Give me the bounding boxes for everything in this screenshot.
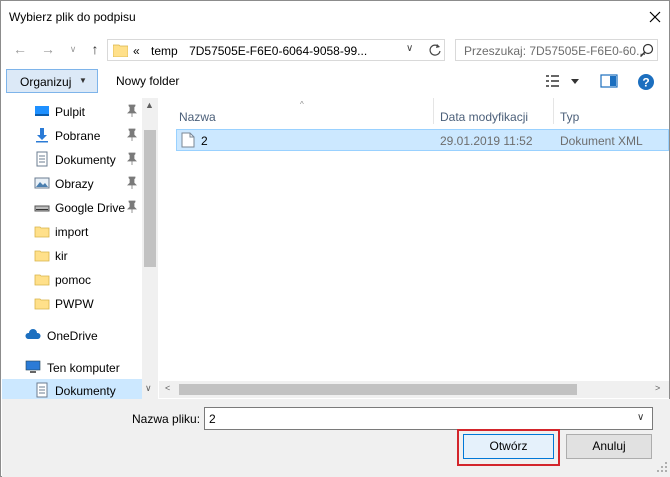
nav-item-label: pomoc bbox=[55, 273, 92, 287]
file-horizontal-scrollbar[interactable]: < > bbox=[159, 381, 669, 398]
folder-icon bbox=[34, 250, 50, 262]
close-icon[interactable] bbox=[645, 7, 665, 27]
file-name-cell: 2 bbox=[201, 134, 208, 148]
nav-item-onedrive[interactable]: OneDrive bbox=[2, 324, 142, 346]
breadcrumb: « temp 7D57505E-F6E0-6064-9058-99... bbox=[133, 44, 375, 58]
column-header-name[interactable]: ^ Nazwa bbox=[159, 100, 433, 127]
chevron-down-icon[interactable]: ∨ bbox=[637, 412, 644, 423]
address-bar[interactable]: « temp 7D57505E-F6E0-6064-9058-99... ∨ bbox=[107, 39, 445, 61]
filename-field[interactable]: 2 ∨ bbox=[204, 407, 653, 430]
column-header-type[interactable]: Typ bbox=[554, 103, 664, 127]
column-header-modified[interactable]: Data modyfikacji bbox=[434, 103, 553, 127]
organize-button[interactable]: Organizuj ▼ bbox=[6, 69, 98, 93]
folder-icon bbox=[113, 44, 128, 57]
pin-icon bbox=[127, 152, 137, 165]
scroll-thumb[interactable] bbox=[179, 384, 577, 395]
search-icon[interactable] bbox=[639, 43, 654, 58]
nav-item-obrazy[interactable]: Obrazy bbox=[2, 172, 142, 194]
refresh-icon[interactable] bbox=[426, 41, 444, 59]
nav-item-label: Pobrane bbox=[55, 129, 101, 143]
file-open-dialog: Wybierz plik do podpisu ← → ∨ ↑ « temp 7… bbox=[0, 0, 670, 477]
dialog-title: Wybierz plik do podpisu bbox=[9, 10, 136, 24]
search-placeholder: Przeszukaj: 7D57505E-F6E0-60... bbox=[464, 44, 647, 58]
breadcrumb-item[interactable]: 7D57505E-F6E0-6064-9058-99... bbox=[189, 44, 367, 58]
nav-item-label: kir bbox=[55, 249, 68, 263]
nav-item-label: Obrazy bbox=[55, 177, 94, 191]
cancel-button[interactable]: Anuluj bbox=[566, 434, 652, 459]
pin-icon bbox=[127, 200, 137, 213]
nav-item-label: Pulpit bbox=[55, 105, 86, 119]
back-arrow-icon[interactable]: ← bbox=[10, 39, 30, 59]
nav-item-kir[interactable]: kir bbox=[2, 244, 142, 266]
nav-item-ten-komputer[interactable]: Ten komputer bbox=[2, 356, 142, 378]
cloud-icon bbox=[25, 329, 41, 339]
computer-icon bbox=[25, 360, 41, 373]
resize-grip-icon[interactable] bbox=[656, 461, 668, 473]
svg-text:?: ? bbox=[642, 76, 649, 90]
nav-item-label: Dokumenty bbox=[55, 384, 116, 398]
file-modified-cell: 29.01.2019 11:52 bbox=[440, 134, 533, 148]
scroll-down-icon[interactable]: ∨ bbox=[145, 383, 152, 394]
toolbar: Organizuj ▼ Nowy folder ? bbox=[1, 67, 669, 98]
column-header-label: Typ bbox=[560, 110, 580, 124]
nav-item-label: OneDrive bbox=[47, 329, 98, 343]
scroll-thumb[interactable] bbox=[144, 130, 156, 267]
address-dropdown-icon[interactable]: ∨ bbox=[406, 43, 413, 54]
column-header-label: Nazwa bbox=[179, 110, 216, 124]
desktop-icon bbox=[35, 106, 49, 116]
nav-item-label: Google Drive bbox=[55, 201, 126, 215]
up-arrow-icon[interactable]: ↑ bbox=[85, 39, 105, 59]
chevron-down-icon: ▼ bbox=[79, 76, 87, 85]
nav-item-pobrane[interactable]: Pobrane bbox=[2, 124, 142, 146]
title-bar: Wybierz plik do podpisu bbox=[1, 1, 669, 33]
preview-pane-icon[interactable] bbox=[599, 73, 619, 89]
filename-label: Nazwa pliku: bbox=[132, 412, 201, 426]
view-options-icon[interactable] bbox=[543, 73, 583, 89]
help-icon[interactable]: ? bbox=[637, 73, 655, 91]
nav-item-dokumenty-selected[interactable]: Dokumenty bbox=[2, 379, 142, 399]
nav-item-label: Ten komputer bbox=[47, 361, 120, 375]
search-box[interactable]: Przeszukaj: 7D57505E-F6E0-60... bbox=[455, 39, 658, 61]
new-folder-button[interactable]: Nowy folder bbox=[110, 69, 185, 93]
scroll-right-icon[interactable]: > bbox=[655, 383, 660, 393]
column-header-label: Data modyfikacji bbox=[440, 110, 529, 124]
sort-ascending-icon: ^ bbox=[300, 100, 304, 109]
scroll-left-icon[interactable]: < bbox=[165, 383, 170, 393]
folder-icon bbox=[34, 226, 50, 238]
nav-item-pulpit[interactable]: Pulpit bbox=[2, 100, 142, 122]
pin-icon bbox=[127, 176, 137, 189]
file-type-cell: Dokument XML bbox=[560, 134, 643, 148]
open-button[interactable]: Otwórz bbox=[463, 434, 554, 459]
folder-icon bbox=[34, 298, 50, 310]
forward-arrow-icon[interactable]: → bbox=[38, 39, 58, 59]
nav-item-google-drive[interactable]: Google Drive bbox=[2, 196, 142, 218]
scroll-up-icon[interactable]: ▲ bbox=[145, 100, 154, 110]
nav-item-label: Dokumenty bbox=[55, 153, 116, 167]
recent-dropdown-icon[interactable]: ∨ bbox=[63, 39, 83, 59]
nav-item-label: PWPW bbox=[55, 297, 94, 311]
documents-icon bbox=[36, 151, 48, 167]
navigation-pane: Pulpit Pobrane Dokumenty Obrazy Google D… bbox=[2, 98, 158, 399]
pin-icon bbox=[127, 128, 137, 141]
folder-icon bbox=[34, 274, 50, 286]
breadcrumb-overflow[interactable]: « bbox=[133, 44, 140, 58]
nav-item-dokumenty[interactable]: Dokumenty bbox=[2, 148, 142, 170]
file-list: ^ Nazwa Data modyfikacji Typ 2 29.01.201… bbox=[159, 98, 669, 399]
pin-icon bbox=[127, 104, 137, 117]
table-row[interactable]: 2 29.01.2019 11:52 Dokument XML bbox=[176, 129, 669, 151]
filename-value: 2 bbox=[209, 412, 216, 426]
dialog-footer: Nazwa pliku: 2 ∨ Otwórz Anuluj bbox=[2, 399, 670, 477]
nav-vertical-scrollbar[interactable]: ▲ ∨ bbox=[142, 98, 158, 399]
nav-item-import[interactable]: import bbox=[2, 220, 142, 242]
documents-icon bbox=[36, 382, 48, 398]
organize-label: Organizuj bbox=[20, 75, 72, 89]
nav-item-label: import bbox=[55, 225, 89, 239]
pictures-icon bbox=[34, 177, 50, 189]
nav-item-pwpw[interactable]: PWPW bbox=[2, 292, 142, 314]
breadcrumb-item[interactable]: temp bbox=[151, 44, 178, 58]
drive-icon bbox=[34, 205, 50, 212]
nav-item-pomoc[interactable]: pomoc bbox=[2, 268, 142, 290]
download-icon bbox=[36, 128, 48, 143]
file-icon bbox=[181, 132, 195, 148]
